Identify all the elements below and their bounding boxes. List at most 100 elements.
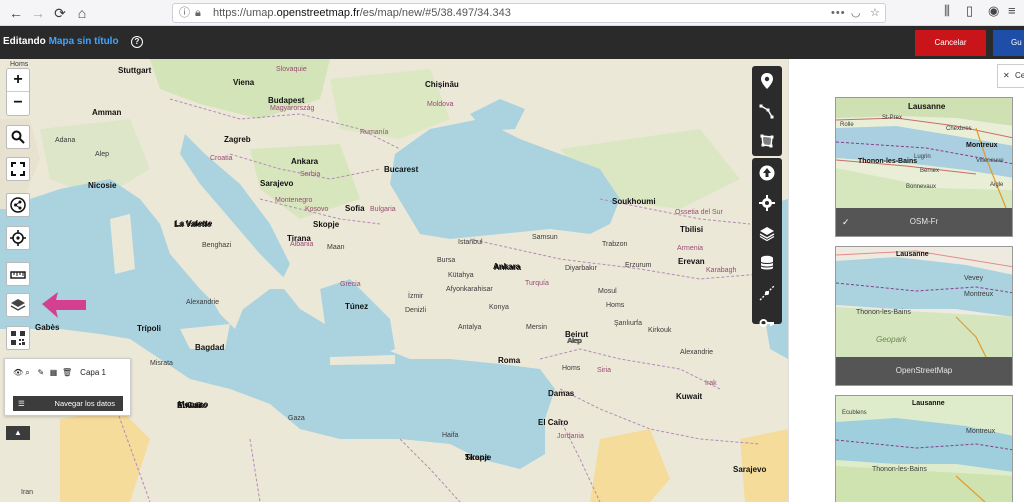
permissions-button[interactable]	[752, 308, 782, 338]
reload-icon[interactable]: ⟳	[50, 3, 70, 23]
map-label: Stuttgart	[118, 66, 152, 75]
map-canvas[interactable]: Homs Stuttgart Viena Slovaquie Budapest …	[0, 59, 788, 502]
info-icon[interactable]: ⓘ	[179, 4, 190, 22]
tile-label: Montreux	[964, 291, 994, 298]
lock-icon[interactable]: 🔒︎	[195, 4, 201, 22]
upload-icon	[759, 165, 775, 181]
zoom-in-button[interactable]: +	[7, 69, 29, 92]
tile-label: Chexbres	[946, 126, 972, 132]
menu-icon[interactable]: ≡	[1008, 3, 1016, 18]
map-label: Rumanía	[360, 129, 389, 136]
map-label: Serbia	[300, 171, 321, 178]
library-icon[interactable]: ⫼	[944, 3, 950, 19]
draw-line-button[interactable]	[752, 96, 782, 126]
browse-data-label: Navegar los datos	[54, 399, 115, 408]
map-label: Ankara	[291, 157, 319, 166]
map-label: Denizli	[405, 307, 427, 314]
map-label: Konya	[489, 304, 509, 311]
draw-polygon-button[interactable]	[752, 126, 782, 156]
locate-button[interactable]	[6, 226, 30, 250]
tile-label: Thonon-les-Bains	[856, 309, 911, 316]
save-button[interactable]: Gu	[993, 30, 1024, 56]
back-icon[interactable]: ←	[6, 3, 26, 23]
map-label: Adana	[55, 137, 76, 144]
map-label: Şanlıurfa	[614, 320, 643, 327]
map-label: Bursa	[437, 257, 456, 264]
share-button[interactable]	[6, 193, 30, 217]
url-bar[interactable]: ⓘ 🔒︎ https://umap.openstreetmap.fr/es/ma…	[172, 3, 886, 23]
tile-label: Vevey	[964, 275, 984, 282]
tilelayer-button[interactable]	[752, 248, 782, 278]
tile-label: Ecublens	[842, 410, 867, 416]
import-button[interactable]	[752, 158, 782, 188]
close-panel-button[interactable]: ✕ Ce	[997, 64, 1024, 88]
forward-icon[interactable]: →	[28, 3, 48, 23]
tile-label: Montreux	[966, 142, 998, 149]
pocket-icon[interactable]: ◡	[851, 4, 861, 22]
tilelayer-option-3[interactable]: Lausanne Ecublens Montreux Thonon-les-Ba…	[835, 395, 1013, 502]
home-icon[interactable]: ⌂	[72, 3, 92, 23]
map-label: Erevan	[678, 257, 705, 266]
map-name-link[interactable]: Mapa sin título	[49, 36, 119, 47]
tile-label: Lausanne	[908, 102, 946, 111]
zoom-to-layer-icon[interactable]: ⌕	[25, 368, 35, 378]
cancel-button[interactable]: Cancelar	[915, 30, 986, 56]
delete-icon[interactable]: 🗑︎	[62, 368, 74, 377]
page-title: Editando Mapa sin título	[3, 36, 119, 47]
sidebar-icon[interactable]: ▯	[966, 3, 973, 19]
map-label: Mersin	[526, 324, 548, 331]
map-label: Istanbul	[458, 239, 483, 246]
tile-label: Montreux	[966, 428, 996, 435]
layer-name[interactable]: Capa 1	[80, 368, 106, 377]
edit-icon[interactable]: ✎	[37, 368, 47, 377]
map-label: Alexandrie	[186, 299, 220, 306]
map-label: Montenegro	[275, 197, 313, 204]
close-icon: ✕	[1003, 71, 1010, 80]
tile-label: Lausanne	[896, 251, 929, 258]
tile-label: Thonon-les-Bains	[858, 158, 918, 165]
map-label: Magyarország	[270, 105, 315, 112]
eye-icon[interactable]: 👁︎	[13, 368, 23, 377]
ruler-icon	[10, 271, 26, 279]
map-label: Samsun	[532, 234, 558, 241]
tilelayer-option-osm-fr[interactable]: Lausanne St-Prex Chexbres Rolle Montreux…	[835, 97, 1013, 237]
center-zoom-button[interactable]	[752, 278, 782, 308]
layers-panel: 👁︎ ⌕ ✎ ▦ 🗑︎ Capa 1 ☰ Navegar los datos	[4, 358, 131, 416]
map-label: Amman	[92, 108, 122, 117]
polygon-icon	[760, 134, 774, 148]
help-icon[interactable]: ?	[131, 36, 143, 48]
map-label: Nicosie	[88, 181, 117, 190]
zoom-out-button[interactable]: −	[7, 92, 29, 115]
map-label: Kuwait	[676, 392, 703, 401]
page-actions-icon[interactable]: •••	[831, 4, 846, 22]
map-label: Benghazi	[202, 242, 232, 249]
map-label: El Cairo	[538, 418, 569, 427]
measure-button[interactable]	[6, 262, 30, 286]
draw-marker-button[interactable]	[752, 66, 782, 96]
map-label: Tbilisi	[680, 225, 704, 234]
map-label: Damas	[548, 389, 575, 398]
close-label: Ce	[1014, 71, 1024, 80]
table-icon[interactable]: ▦	[50, 368, 60, 377]
map-label: Zagreb	[224, 135, 251, 144]
fullscreen-button[interactable]	[6, 157, 30, 181]
collapse-button[interactable]: ▲	[6, 426, 30, 440]
bookmark-star-icon[interactable]: ☆	[870, 4, 880, 22]
map-label: Turquía	[525, 280, 549, 287]
gear-icon	[759, 195, 775, 211]
map-label: Budapest	[268, 96, 305, 105]
tilelayer-option-openstreetmap[interactable]: Lausanne Vevey Montreux Thonon-les-Bains…	[835, 246, 1013, 386]
layers-button[interactable]	[6, 293, 30, 317]
search-button[interactable]	[6, 125, 30, 149]
account-icon[interactable]: ◉	[988, 3, 999, 19]
embed-button[interactable]	[6, 326, 30, 350]
polyline-icon	[759, 104, 774, 119]
map-settings-button[interactable]	[752, 188, 782, 218]
map-label: Haifa	[442, 432, 459, 439]
tile-label: Geopark	[876, 335, 907, 344]
browse-data-button[interactable]: ☰ Navegar los datos	[13, 396, 123, 411]
map-label: Bagdad	[195, 343, 225, 352]
manage-layers-button[interactable]	[752, 218, 782, 248]
locate-icon	[10, 230, 26, 246]
map-label: Erzurum	[625, 262, 652, 269]
